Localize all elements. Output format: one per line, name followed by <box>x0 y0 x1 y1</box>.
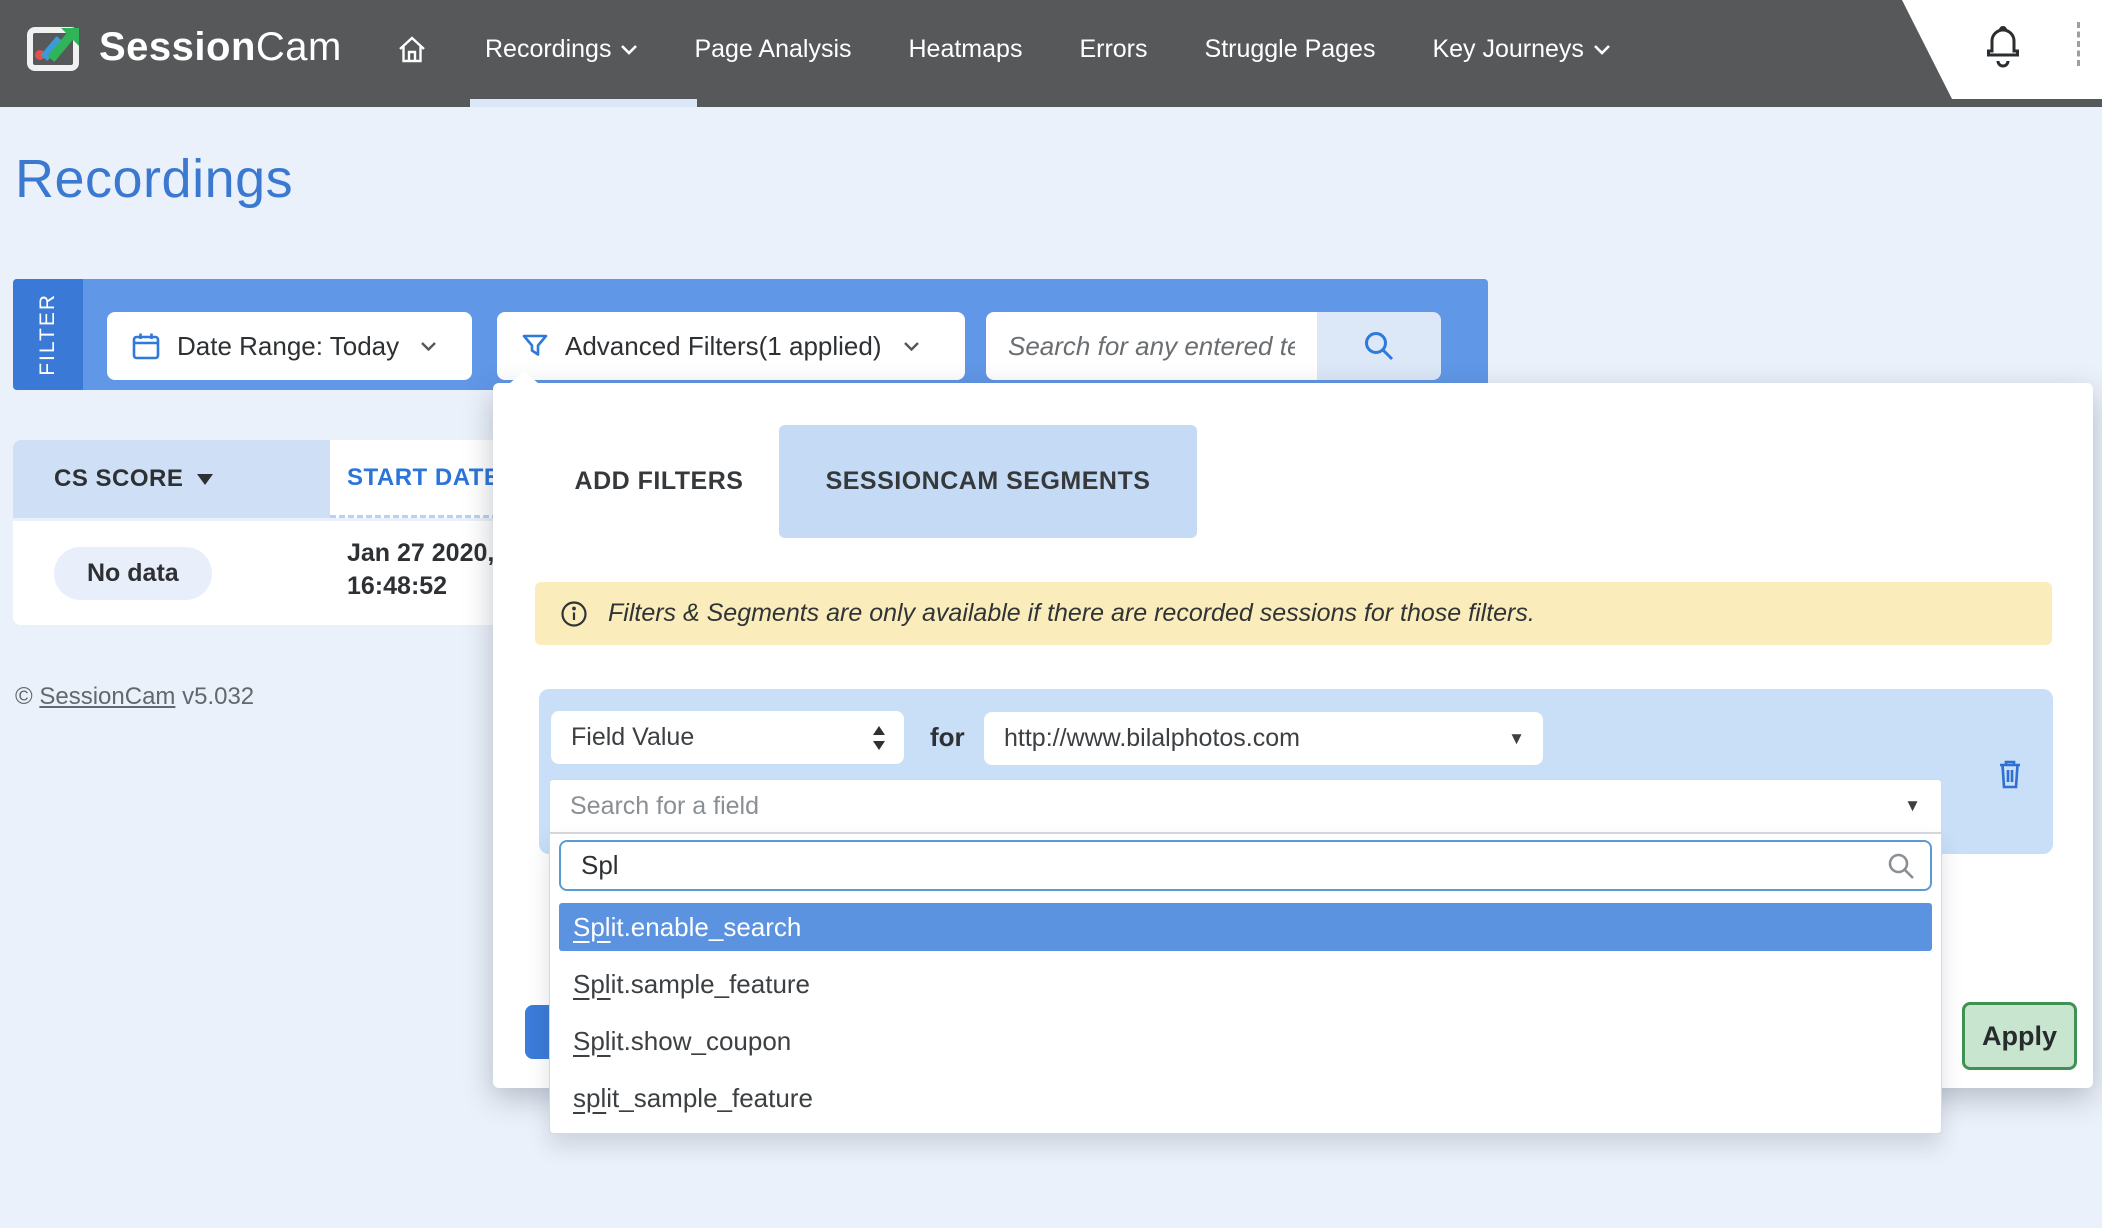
delete-filter-button[interactable] <box>1995 757 2025 791</box>
field-options-list: Split.enable_search Split.sample_feature… <box>559 903 1932 1122</box>
search-text-input[interactable] <box>986 312 1317 380</box>
no-data-badge: No data <box>54 547 212 600</box>
cs-score-cell: No data <box>13 521 330 625</box>
nav-item-label: Recordings <box>485 35 611 64</box>
dropdown-arrow-icon: ▼ <box>1508 729 1525 749</box>
home-icon <box>396 34 428 66</box>
calendar-icon <box>131 331 161 361</box>
notifications-bell-icon[interactable] <box>1982 24 2024 72</box>
chevron-down-icon <box>621 45 637 55</box>
sort-desc-icon <box>197 474 213 485</box>
nav-item-key-journeys[interactable]: Key Journeys <box>1432 35 1609 64</box>
top-nav: SessionCam Recordings Page Analysis Heat… <box>0 0 2102 107</box>
info-icon <box>560 600 588 628</box>
dropdown-arrow-icon: ▼ <box>1904 796 1921 816</box>
nav-item-heatmaps[interactable]: Heatmaps <box>909 35 1023 64</box>
for-label: for <box>930 722 965 753</box>
field-option[interactable]: Split.show_coupon <box>559 1017 1932 1065</box>
brand-name: SessionCam <box>99 25 342 70</box>
date-range-button[interactable]: Date Range: Today <box>107 312 472 380</box>
column-header-cs-score[interactable]: CS SCORE <box>13 440 330 518</box>
unfold-arrows-icon <box>872 726 886 750</box>
brand-logo[interactable]: SessionCam <box>27 22 342 72</box>
banner-text: Filters & Segments are only available if… <box>608 599 1535 628</box>
nav-item-page-analysis[interactable]: Page Analysis <box>694 35 851 64</box>
filter-side-tab[interactable]: FILTER <box>13 279 83 390</box>
segment-filter-row: Field Value for http://www.bilalphotos.c… <box>539 689 2053 854</box>
chevron-down-icon <box>1594 45 1610 55</box>
panel-tabs: ADD FILTERS SESSIONCAM SEGMENTS <box>539 425 1197 538</box>
tab-add-filters[interactable]: ADD FILTERS <box>539 425 779 538</box>
trash-icon <box>1995 757 2025 791</box>
nav-item-errors[interactable]: Errors <box>1079 35 1147 64</box>
active-nav-indicator <box>470 99 697 107</box>
search-icon <box>1886 851 1916 881</box>
nav-item-struggle-pages[interactable]: Struggle Pages <box>1205 35 1376 64</box>
nav-item-recordings[interactable]: Recordings <box>485 35 637 64</box>
field-option[interactable]: Split.sample_feature <box>559 960 1932 1008</box>
field-option[interactable]: split_sample_feature <box>559 1074 1932 1122</box>
filter-bar: FILTER Date Range: Today Advanced Filter… <box>13 279 1488 390</box>
nav-home-button[interactable] <box>396 34 428 66</box>
panel-notch <box>509 371 539 384</box>
search-button[interactable] <box>1317 312 1441 380</box>
chevron-down-icon <box>904 342 919 351</box>
field-search-combobox[interactable]: Search for a field ▼ <box>549 779 1942 833</box>
sessioncam-logo-icon <box>27 22 85 72</box>
info-banner: Filters & Segments are only available if… <box>535 582 2052 645</box>
search-icon <box>1362 329 1396 363</box>
field-option-selected[interactable]: Split.enable_search <box>559 903 1932 951</box>
field-dropdown: Split.enable_search Split.sample_feature… <box>549 833 1942 1134</box>
field-type-select[interactable]: Field Value <box>551 711 904 764</box>
target-site-select[interactable]: http://www.bilalphotos.com ▼ <box>984 712 1543 765</box>
page-title: Recordings <box>15 148 293 210</box>
apply-button[interactable]: Apply <box>1962 1002 2077 1070</box>
footer-copyright: © SessionCam v5.032 <box>15 683 254 711</box>
chevron-down-icon <box>421 342 436 351</box>
advanced-filters-panel: ADD FILTERS SESSIONCAM SEGMENTS Filters … <box>493 383 2093 1088</box>
funnel-icon <box>521 332 549 360</box>
field-search-input[interactable] <box>559 840 1932 891</box>
sessioncam-link[interactable]: SessionCam <box>39 683 175 710</box>
tab-sessioncam-segments[interactable]: SESSIONCAM SEGMENTS <box>779 425 1197 538</box>
more-menu-icon[interactable] <box>2077 22 2080 66</box>
advanced-filters-button[interactable]: Advanced Filters(1 applied) <box>497 312 965 380</box>
